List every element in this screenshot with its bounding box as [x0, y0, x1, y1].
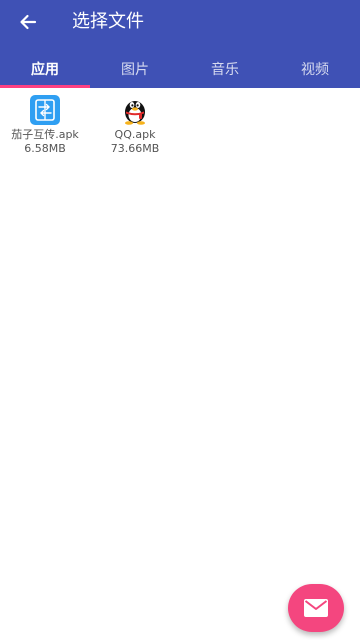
screen: 选择文件 应用 图片 音乐 视频 茄子互传.apk 6.58MB QQ.apk … — [0, 0, 360, 640]
tab-indicator — [0, 85, 90, 88]
mail-icon — [304, 599, 328, 617]
qq-penguin-icon — [125, 101, 145, 125]
file-name: 茄子互传.apk — [11, 128, 79, 141]
send-fab-button[interactable] — [288, 584, 344, 632]
file-item[interactable]: 茄子互传.apk 6.58MB — [0, 92, 90, 156]
app-transfer-icon — [30, 95, 60, 125]
tab-images[interactable]: 图片 — [90, 50, 180, 88]
back-button[interactable] — [12, 8, 44, 36]
file-item[interactable]: QQ.apk 73.66MB — [90, 92, 180, 156]
tab-videos[interactable]: 视频 — [270, 50, 360, 88]
tab-apps[interactable]: 应用 — [0, 50, 90, 88]
app-bar: 选择文件 应用 图片 音乐 视频 — [0, 0, 360, 88]
file-name: QQ.apk — [114, 128, 156, 141]
tab-label: 应用 — [31, 62, 59, 78]
file-size: 73.66MB — [110, 142, 160, 155]
tab-label: 音乐 — [211, 62, 239, 78]
file-grid: 茄子互传.apk 6.58MB QQ.apk 73.66MB — [0, 92, 360, 156]
arrow-left-icon — [20, 14, 37, 30]
file-size: 6.58MB — [24, 142, 66, 155]
tab-label: 图片 — [121, 62, 149, 78]
tab-bar: 应用 图片 音乐 视频 — [0, 50, 360, 88]
tab-label: 视频 — [301, 62, 329, 78]
page-title: 选择文件 — [72, 11, 144, 32]
tab-music[interactable]: 音乐 — [180, 50, 270, 88]
toolbar: 选择文件 — [0, 0, 360, 44]
